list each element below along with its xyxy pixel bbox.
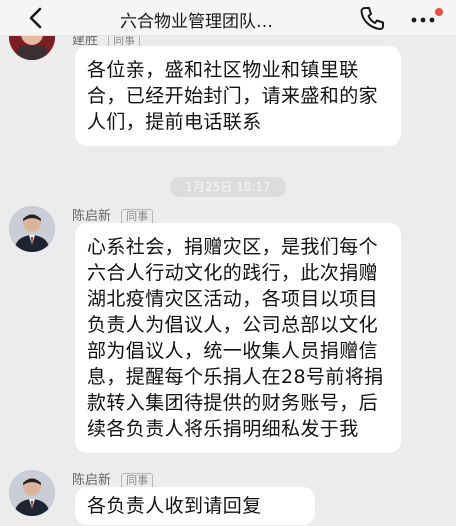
message-text: 各负责人收到请回复	[87, 495, 262, 517]
sender-label: 陈启新	[72, 209, 112, 224]
message-text: 心系社会，捐赠灾区，是我们每个六合人行动文化的践行，此次捐赠湖北疫情灾区活动，各…	[87, 236, 384, 440]
timestamp-badge: 1月25日 18:17	[170, 177, 286, 197]
more-dots-icon[interactable]	[408, 6, 444, 30]
message-bubble[interactable]: 各位亲，盛和社区物业和镇里联合，已经开始封门，请来盛和的家人们，提前电话联系	[75, 46, 401, 146]
avatar[interactable]	[9, 206, 55, 252]
sender-label: 陈启新	[72, 473, 112, 488]
chevron-left-icon[interactable]	[22, 4, 52, 32]
avatar[interactable]	[9, 470, 55, 516]
message-bubble[interactable]: 心系社会，捐赠灾区，是我们每个六合人行动文化的践行，此次捐赠湖北疫情灾区活动，各…	[75, 223, 401, 453]
chat-title: 六合物业管理团队…	[120, 12, 273, 32]
sender-name: 陈启新 同事	[72, 205, 154, 225]
message-bubble[interactable]: 各负责人收到请回复	[75, 487, 315, 525]
message-text: 各位亲，盛和社区物业和镇里联合，已经开始封门，请来盛和的家人们，提前电话联系	[87, 59, 379, 133]
phone-icon[interactable]	[358, 5, 386, 31]
chat-header: 六合物业管理团队…	[0, 0, 456, 36]
sender-name: 陈启新 同事	[72, 469, 154, 489]
